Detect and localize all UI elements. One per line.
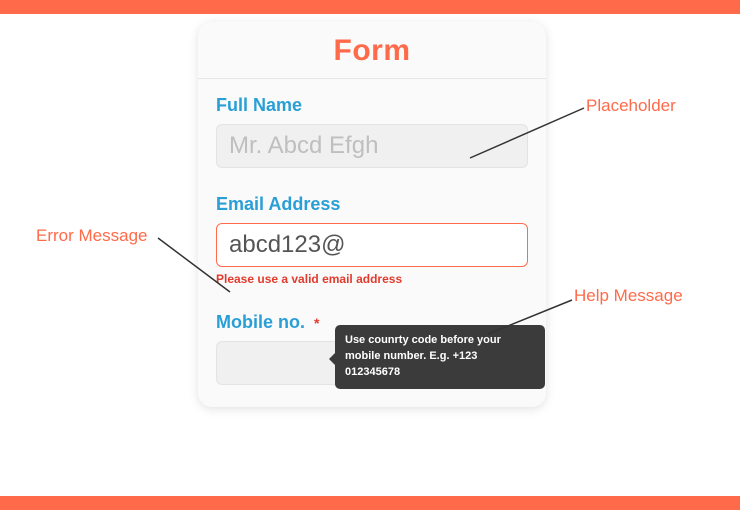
top-accent-bar bbox=[0, 0, 740, 14]
annotation-error: Error Message bbox=[36, 226, 147, 246]
email-label: Email Address bbox=[216, 194, 528, 215]
form-header: Form bbox=[198, 22, 546, 79]
mobile-label-text: Mobile no. bbox=[216, 312, 305, 332]
full-name-label: Full Name bbox=[216, 95, 528, 116]
annotation-help: Help Message bbox=[574, 286, 683, 306]
full-name-input[interactable] bbox=[216, 124, 528, 168]
email-error-message: Please use a valid email address bbox=[216, 272, 528, 286]
field-email: Email Address Please use a valid email a… bbox=[216, 194, 528, 286]
field-full-name: Full Name bbox=[216, 95, 528, 168]
bottom-accent-bar bbox=[0, 496, 740, 510]
annotation-placeholder: Placeholder bbox=[586, 96, 676, 116]
email-input[interactable] bbox=[216, 223, 528, 267]
form-title: Form bbox=[198, 34, 546, 68]
mobile-help-tooltip: Use counrty code before your mobile numb… bbox=[335, 325, 545, 389]
required-star-icon: * bbox=[314, 315, 319, 331]
